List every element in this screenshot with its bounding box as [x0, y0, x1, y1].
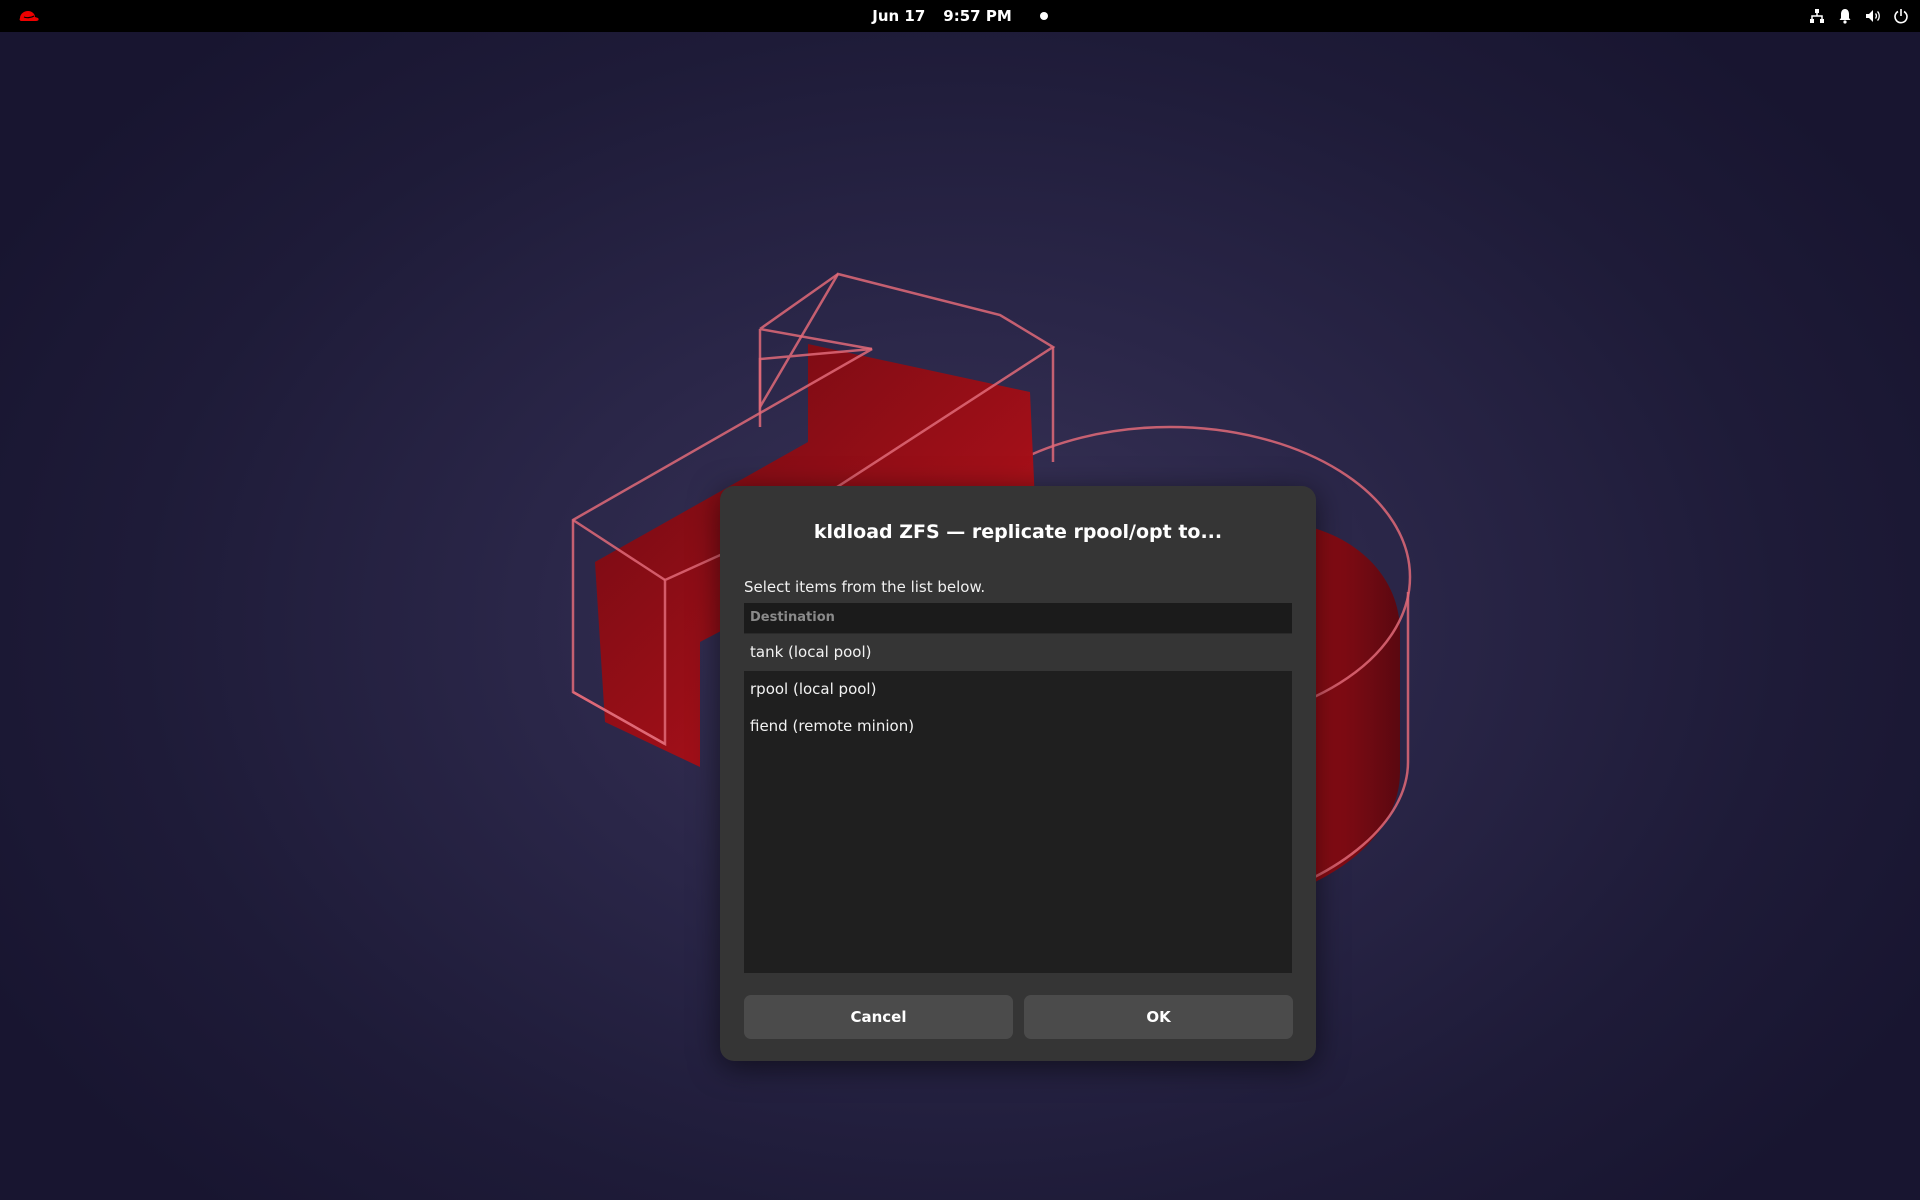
clock[interactable]: Jun 17 9:57 PM — [0, 0, 1920, 32]
list-item-fiend[interactable]: fiend (remote minion) — [744, 708, 1292, 745]
replicate-dialog: kldload ZFS — replicate rpool/opt to... … — [720, 486, 1316, 1061]
volume-icon[interactable] — [1864, 7, 1882, 25]
time-label: 9:57 PM — [943, 7, 1012, 25]
dialog-title: kldload ZFS — replicate rpool/opt to... — [813, 521, 1223, 543]
destination-list[interactable]: Destination tank (local pool) rpool (loc… — [744, 603, 1292, 973]
system-tray[interactable] — [1808, 0, 1910, 32]
date-label: Jun 17 — [872, 7, 926, 25]
top-bar: Jun 17 9:57 PM — [0, 0, 1920, 32]
ok-button[interactable]: OK — [1024, 995, 1293, 1039]
list-item-tank[interactable]: tank (local pool) — [744, 634, 1292, 671]
cancel-button[interactable]: Cancel — [744, 995, 1013, 1039]
dialog-instructions: Select items from the list below. — [744, 578, 986, 596]
notification-icon[interactable] — [1836, 7, 1854, 25]
power-icon[interactable] — [1892, 7, 1910, 25]
column-header-destination[interactable]: Destination — [744, 603, 1292, 634]
list-item-rpool[interactable]: rpool (local pool) — [744, 671, 1292, 708]
notification-dot-icon — [1039, 12, 1048, 20]
network-icon[interactable] — [1808, 7, 1826, 25]
